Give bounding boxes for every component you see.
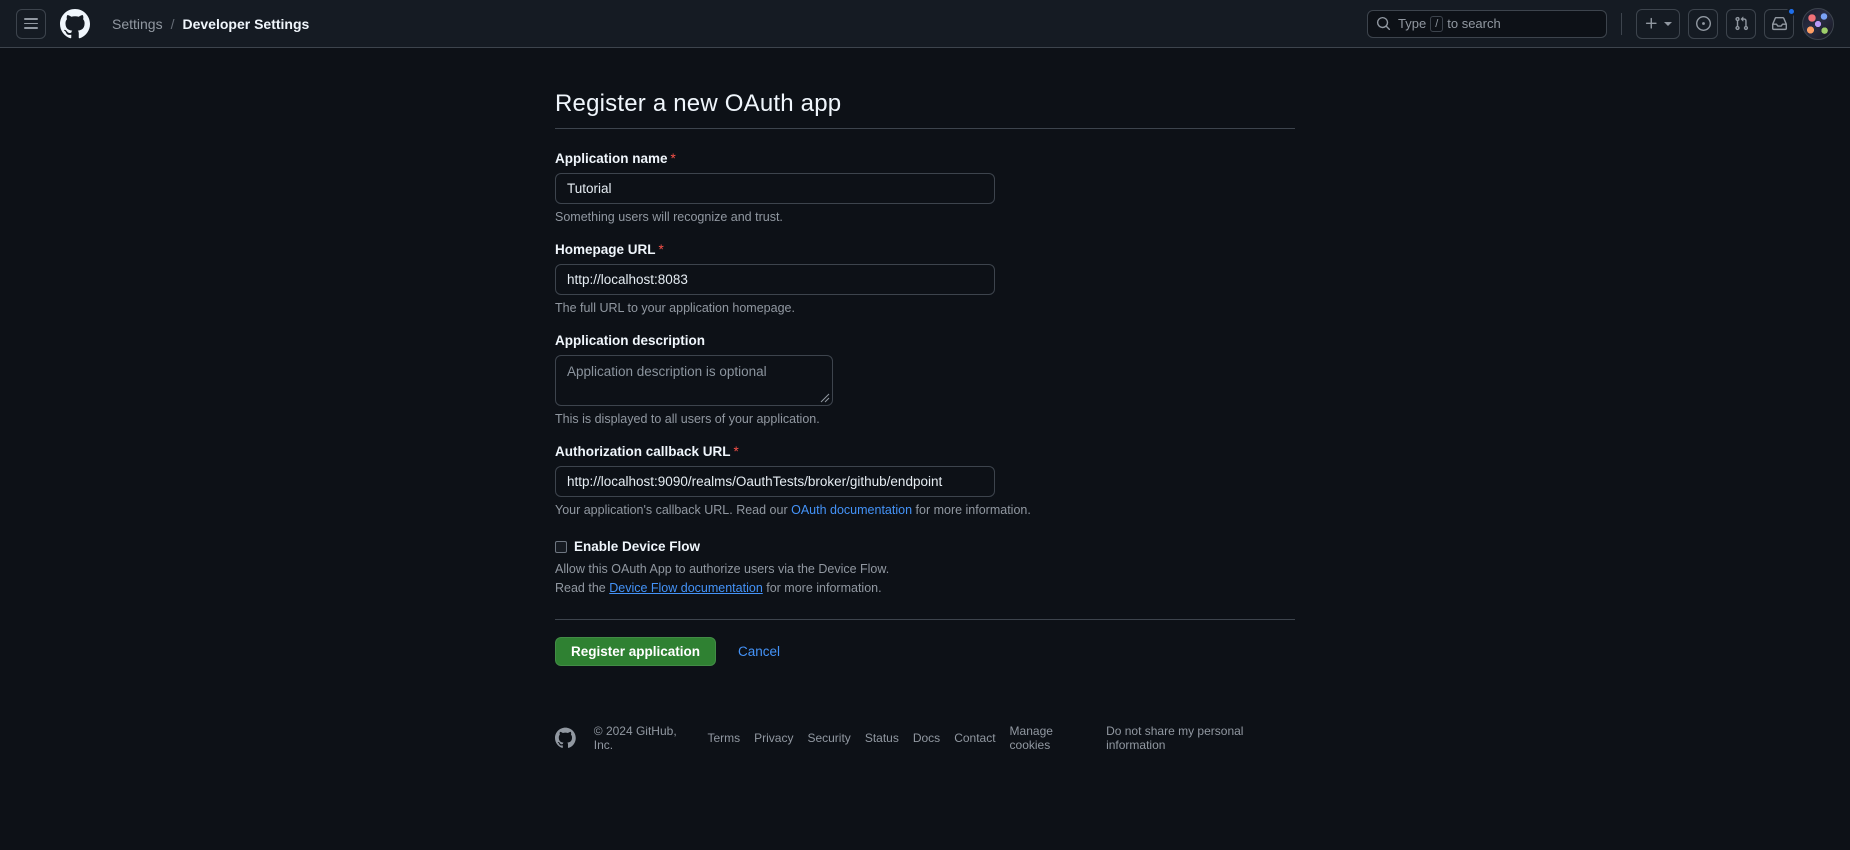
search-icon: [1376, 16, 1391, 31]
register-application-button[interactable]: Register application: [555, 637, 717, 666]
breadcrumb-developer-settings: Developer Settings: [182, 15, 310, 32]
callback-url-label: Authorization callback URL *: [555, 444, 1295, 459]
field-callback-url: Authorization callback URL* Your applica…: [555, 444, 1295, 517]
device-flow-doc-line: Read the Device Flow documentation for m…: [555, 581, 1295, 595]
enable-device-flow-checkbox[interactable]: [555, 540, 567, 553]
required-marker: *: [658, 242, 664, 257]
oauth-app-form: Register a new OAuth app Application nam…: [555, 90, 1295, 772]
footer-link-manage-cookies[interactable]: Manage cookies: [1010, 724, 1093, 752]
callback-url-input[interactable]: [555, 466, 995, 497]
create-new-button[interactable]: [1636, 8, 1680, 39]
homepage-url-label-text: Homepage URL: [555, 242, 656, 257]
search-placeholder-prefix: Type: [1398, 16, 1427, 31]
footer-link-security[interactable]: Security: [807, 731, 850, 745]
device-flow-documentation-link[interactable]: Device Flow documentation: [609, 581, 763, 595]
search-placeholder-suffix: to search: [1447, 16, 1501, 31]
footer-link-status[interactable]: Status: [865, 731, 899, 745]
page-title: Register a new OAuth app: [555, 90, 842, 117]
device-flow-checkbox-row[interactable]: Enable Device Flow: [555, 539, 1295, 554]
application-description-input[interactable]: [555, 355, 833, 406]
callback-url-hint-before: Your application's callback URL. Read ou…: [555, 503, 788, 517]
plus-icon: [1645, 17, 1657, 29]
application-description-label-text: Application description: [555, 333, 706, 348]
github-logo-icon[interactable]: [60, 8, 90, 39]
inbox-icon: [1771, 16, 1787, 31]
field-application-description: Application description This is displaye…: [555, 333, 1295, 426]
pull-requests-button[interactable]: [1726, 8, 1756, 39]
avatar[interactable]: [1802, 7, 1834, 40]
footer-link-docs[interactable]: Docs: [913, 731, 940, 745]
breadcrumb-separator: /: [170, 15, 175, 32]
form-actions: Register application Cancel: [555, 637, 1295, 666]
git-pull-request-icon: [1734, 16, 1748, 31]
breadcrumb-settings[interactable]: Settings: [112, 16, 163, 32]
application-name-label-text: Application name: [555, 151, 668, 166]
field-application-name: Application name* Something users will r…: [555, 151, 1295, 224]
application-description-hint: This is displayed to all users of your a…: [555, 412, 820, 426]
required-marker: *: [670, 151, 676, 166]
breadcrumb: Settings / Developer Settings: [112, 16, 309, 32]
issues-button[interactable]: [1688, 8, 1718, 39]
field-homepage-url: Homepage URL* The full URL to your appli…: [555, 242, 1295, 315]
oauth-documentation-link[interactable]: OAuth documentation: [791, 503, 912, 517]
search-input[interactable]: Type / to search: [1367, 9, 1607, 38]
cancel-button[interactable]: Cancel: [738, 644, 780, 659]
application-name-hint: Something users will recognize and trust…: [555, 210, 783, 224]
application-name-label: Application name *: [555, 151, 1295, 166]
page-footer: © 2024 GitHub, Inc. Terms Privacy Securi…: [555, 724, 1295, 772]
footer-copyright: © 2024 GitHub, Inc.: [593, 724, 677, 752]
hamburger-menu-icon[interactable]: [16, 8, 46, 39]
footer-link-terms[interactable]: Terms: [707, 731, 740, 745]
search-placeholder: Type / to search: [1398, 15, 1501, 32]
device-flow-doc-before: Read the: [555, 581, 606, 595]
global-header: Settings / Developer Settings Type / to …: [0, 0, 1850, 48]
device-flow-description: Allow this OAuth App to authorize users …: [555, 562, 890, 576]
header-divider: [1621, 12, 1622, 35]
required-marker: *: [733, 444, 739, 459]
main-content: Register a new OAuth app Application nam…: [0, 48, 1850, 772]
header-actions: Type / to search: [1367, 6, 1834, 40]
application-name-input[interactable]: [555, 173, 995, 204]
homepage-url-input[interactable]: [555, 264, 995, 295]
enable-device-flow-label[interactable]: Enable Device Flow: [574, 539, 700, 554]
github-mark-icon: [555, 727, 576, 748]
callback-url-label-text: Authorization callback URL: [555, 444, 731, 459]
footer-inner: © 2024 GitHub, Inc. Terms Privacy Securi…: [555, 724, 1295, 752]
homepage-url-hint: The full URL to your application homepag…: [555, 301, 795, 315]
callback-url-hint-after: for more information.: [915, 503, 1031, 517]
homepage-url-label: Homepage URL *: [555, 242, 1295, 257]
search-slash-key: /: [1430, 15, 1444, 32]
footer-link-do-not-share[interactable]: Do not share my personal information: [1106, 724, 1295, 752]
application-description-label: Application description: [555, 333, 1295, 348]
issue-opened-icon: [1695, 16, 1711, 31]
chevron-down-icon: [1664, 21, 1672, 26]
device-flow-doc-after: for more information.: [766, 581, 882, 595]
footer-link-privacy[interactable]: Privacy: [754, 731, 793, 745]
callback-url-hint: Your application's callback URL. Read ou…: [555, 503, 1295, 517]
notification-indicator-dot: [1787, 6, 1796, 16]
application-description-wrapper: [555, 355, 833, 406]
title-divider: [555, 128, 1295, 129]
actions-divider: [555, 619, 1295, 620]
notifications-button[interactable]: [1764, 6, 1796, 39]
footer-link-contact[interactable]: Contact: [954, 731, 995, 745]
